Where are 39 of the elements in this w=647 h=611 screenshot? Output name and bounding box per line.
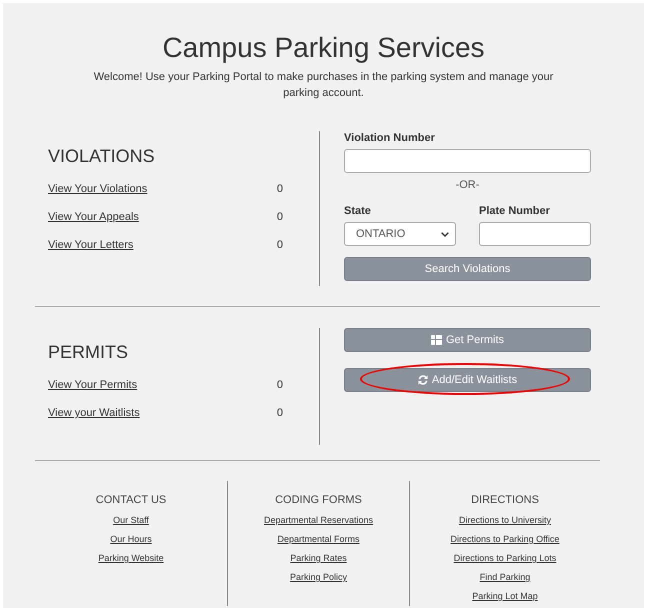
count-value: 0 xyxy=(276,183,283,195)
count-value: 0 xyxy=(276,407,283,419)
chevron-icon xyxy=(441,232,449,236)
section-heading: VIOLATIONS xyxy=(48,145,156,167)
footer-link[interactable]: Parking Policy xyxy=(290,568,348,587)
state-select[interactable]: ONTARIO xyxy=(344,222,456,246)
footer-link[interactable]: Parking Website xyxy=(98,549,164,568)
footer-link[interactable]: Departmental Reservations xyxy=(264,511,374,530)
footer-link[interactable]: Departmental Forms xyxy=(277,530,360,549)
footer-link[interactable]: Our Hours xyxy=(110,530,152,549)
nav-link[interactable]: View Your Violations xyxy=(48,183,148,195)
nav-link[interactable]: View Your Permits xyxy=(48,379,138,391)
footer-link[interactable]: Directions to Parking Office xyxy=(450,530,560,549)
field-label: State xyxy=(344,204,372,218)
footer-link[interactable]: Parking Lot Map xyxy=(472,587,538,606)
plate-number-field[interactable] xyxy=(479,222,591,246)
count-value: 0 xyxy=(276,211,283,223)
footer-link[interactable]: Directions to University xyxy=(458,511,552,530)
refresh-icon xyxy=(418,375,428,385)
field-label: Plate Number xyxy=(479,204,551,218)
footer-link[interactable]: Parking Rates xyxy=(290,549,347,568)
nav-link[interactable]: View Your Letters xyxy=(48,239,134,251)
footer-heading: CODING FORMS xyxy=(275,493,362,507)
welcome-text: Welcome! Use your Parking Portal to make purchases in the parking system and manage your parking account. xyxy=(94,70,554,101)
or-text: -OR- xyxy=(454,178,480,192)
section-heading: PERMITS xyxy=(48,341,130,363)
count-value: 0 xyxy=(276,239,283,251)
violation-number-field[interactable] xyxy=(344,149,591,173)
page-title: Campus Parking Services xyxy=(161,31,486,65)
footer-heading: DIRECTIONS xyxy=(471,493,539,507)
field-label: Violation Number xyxy=(344,131,436,145)
footer-link[interactable]: Directions to Parking Lots xyxy=(454,549,556,568)
count-value: 0 xyxy=(276,379,283,391)
nav-link[interactable]: View your Waitlists xyxy=(48,407,140,419)
nav-link[interactable]: View Your Appeals xyxy=(48,211,139,223)
table-icon xyxy=(430,335,442,345)
footer-heading: CONTACT US xyxy=(96,493,166,507)
footer-link[interactable]: Find Parking xyxy=(480,568,530,587)
footer-link[interactable]: Our Staff xyxy=(113,511,149,530)
